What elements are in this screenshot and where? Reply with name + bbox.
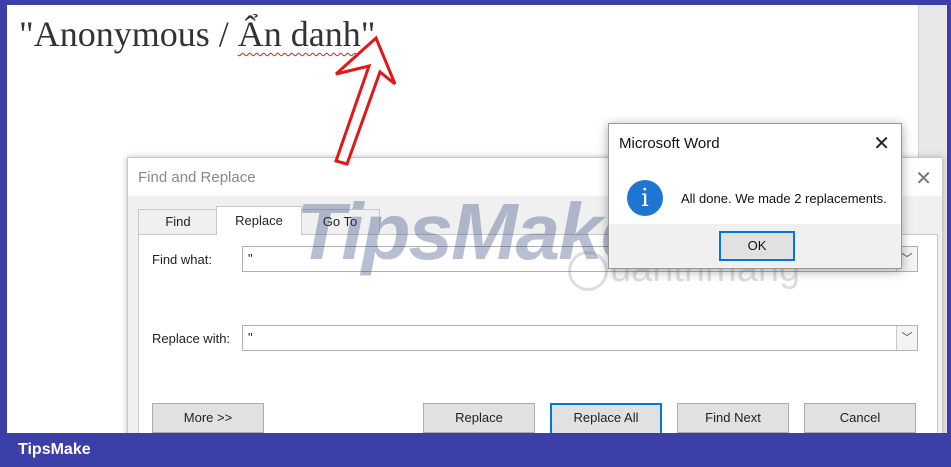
close-icon[interactable]: ✕ — [873, 131, 890, 156]
message-box-body: Microsoft Word ✕ i All done. We made 2 r… — [609, 124, 901, 224]
cancel-button[interactable]: Cancel — [804, 403, 916, 433]
replace-with-label: Replace with: — [152, 331, 231, 346]
tab-goto[interactable]: Go To — [300, 209, 380, 234]
replace-all-button[interactable]: Replace All — [550, 403, 662, 435]
tab-replace[interactable]: Replace — [216, 206, 302, 235]
replace-with-value: " — [248, 330, 253, 345]
document-text[interactable]: "Anonymous / Ẩn danh" — [19, 13, 375, 55]
ok-button[interactable]: OK — [719, 231, 795, 261]
info-icon: i — [627, 180, 663, 216]
replace-button[interactable]: Replace — [423, 403, 535, 433]
footer-brand: TipsMake — [18, 441, 91, 458]
message-text: All done. We made 2 replacements. — [681, 191, 887, 206]
tab-replace-label: Replace — [235, 213, 283, 228]
find-what-value: " — [248, 251, 253, 266]
chevron-down-icon[interactable]: ﹀ — [896, 326, 917, 350]
document-text-suffix: " — [360, 14, 376, 54]
more-button[interactable]: More >> — [152, 403, 264, 433]
footer-bar: TipsMake — [0, 433, 951, 467]
misspelled-word[interactable]: Ẩn danh — [238, 14, 361, 54]
find-what-label: Find what: — [152, 252, 212, 267]
document-text-prefix: "Anonymous / — [19, 14, 238, 54]
find-replace-title: Find and Replace — [138, 169, 256, 186]
tab-goto-label: Go To — [322, 214, 358, 229]
tab-find-label: Find — [165, 214, 191, 229]
find-next-button[interactable]: Find Next — [677, 403, 789, 433]
message-box-title: Microsoft Word — [619, 135, 720, 152]
close-icon[interactable]: ✕ — [915, 166, 932, 191]
replace-with-input[interactable]: " ﹀ — [242, 325, 918, 351]
message-box: Microsoft Word ✕ i All done. We made 2 r… — [608, 123, 902, 269]
tab-find[interactable]: Find — [138, 209, 218, 234]
